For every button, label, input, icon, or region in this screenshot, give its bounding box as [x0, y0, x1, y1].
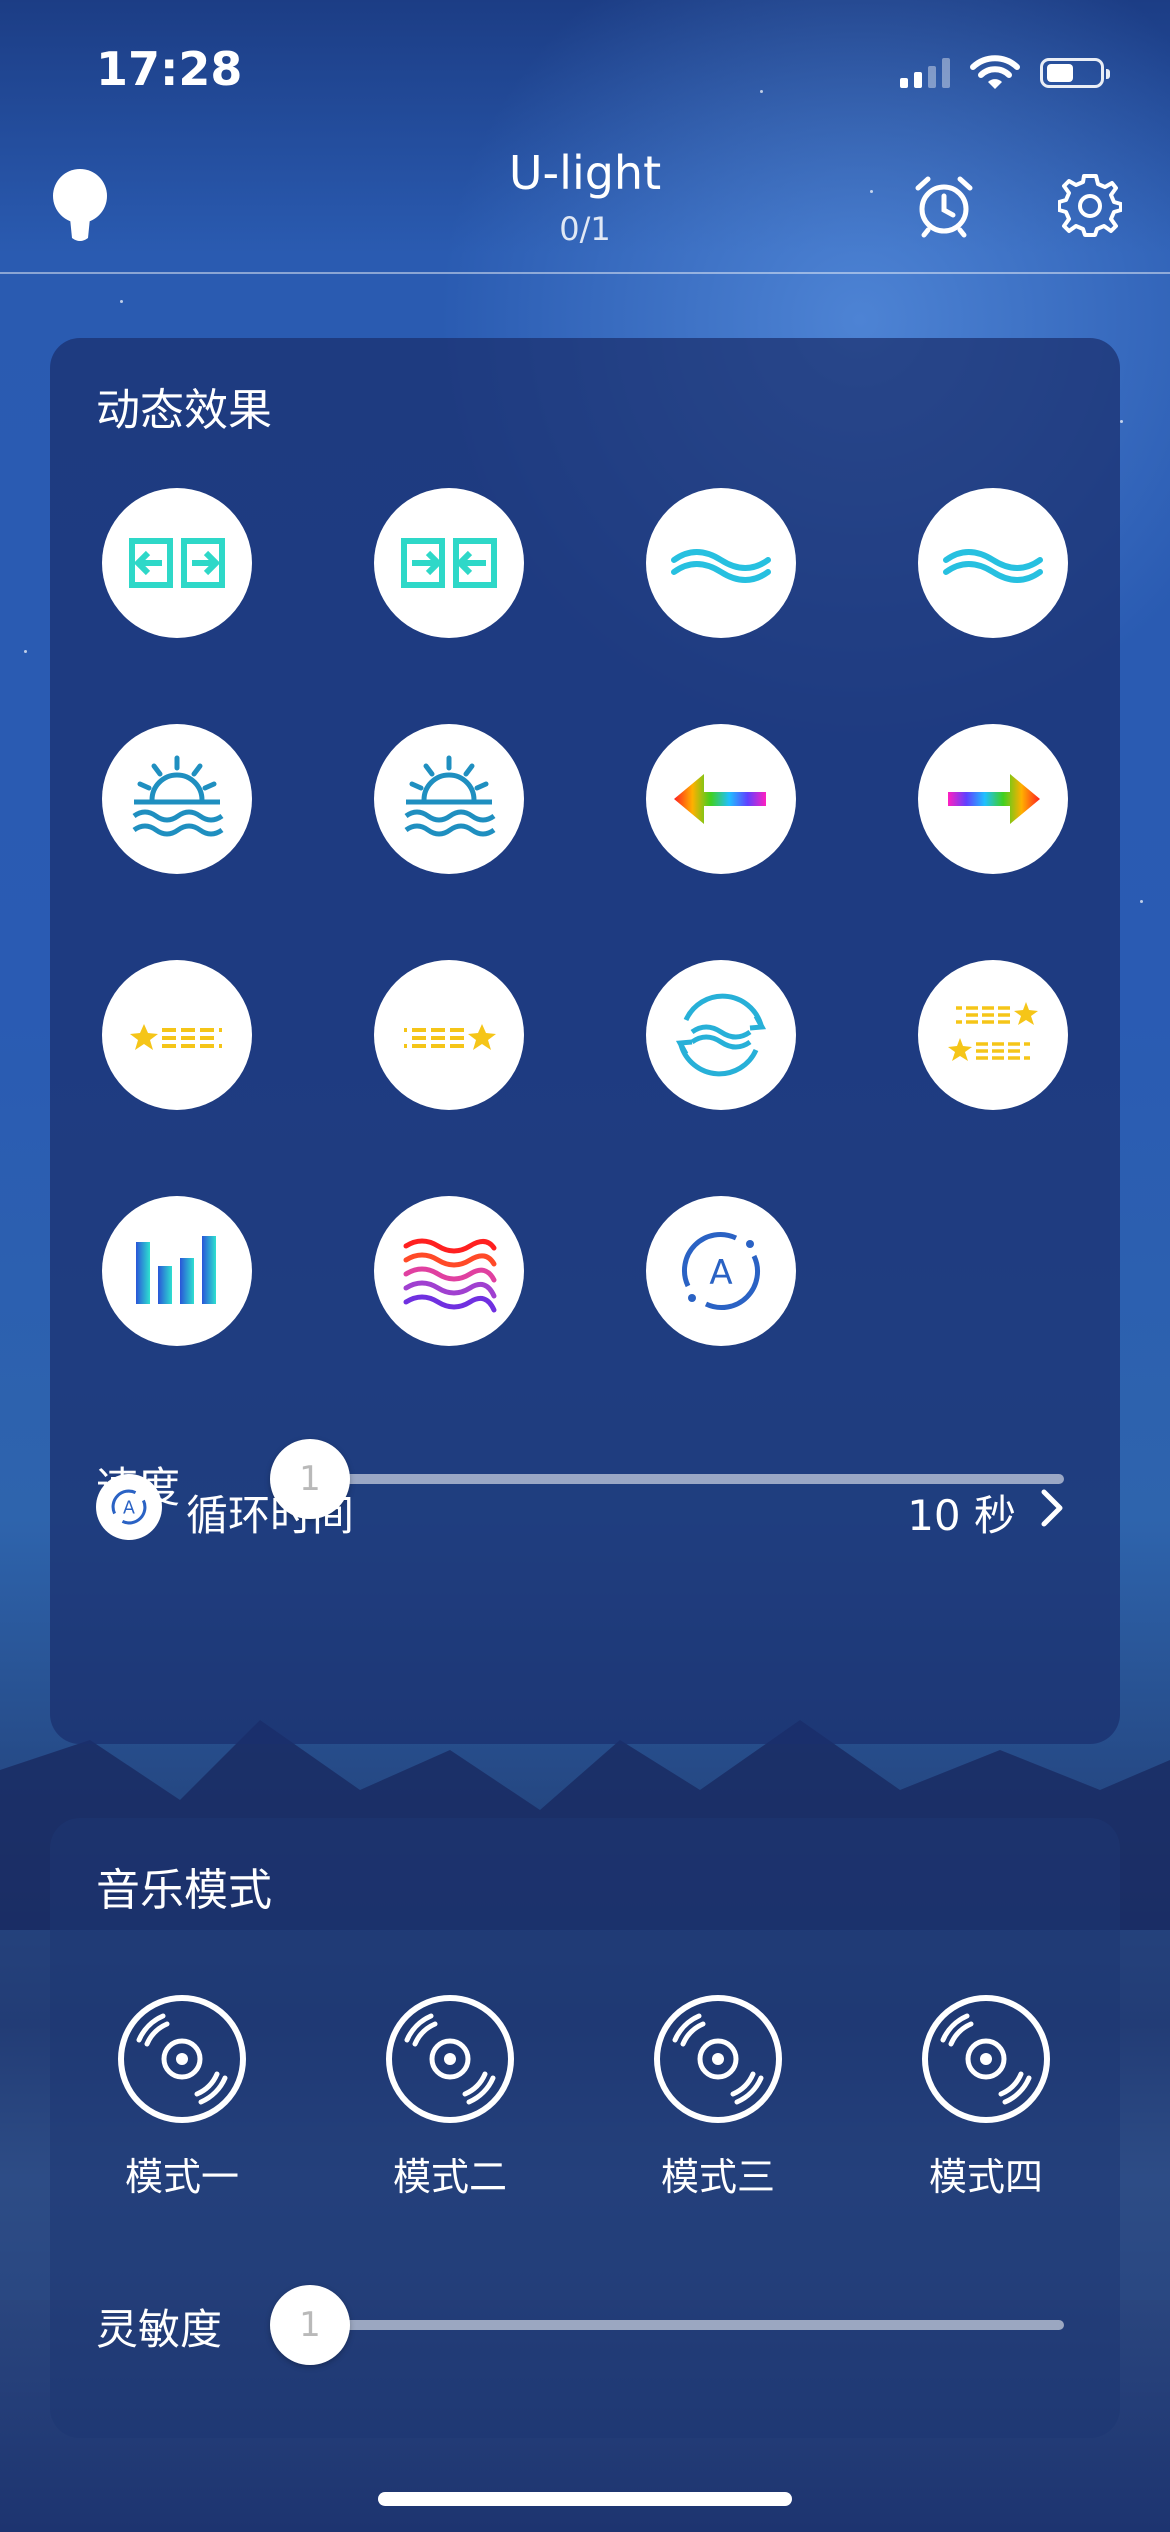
vinyl-disc-icon — [118, 1995, 246, 2123]
music-mode-label: 模式四 — [928, 2155, 1043, 2199]
vinyl-disc-icon — [922, 1995, 1050, 2123]
music-mode-label: 模式二 — [392, 2155, 507, 2199]
sensitivity-label: 灵敏度 — [96, 2305, 223, 2354]
sensitivity-slider-track[interactable] — [310, 2320, 1064, 2330]
dynamic-effects-title: 动态效果 — [96, 385, 272, 436]
wave-cycle-icon — [675, 993, 767, 1077]
effect-rainbow-wave[interactable] — [374, 1196, 524, 1346]
sensitivity-slider-thumb[interactable]: 1 — [270, 2285, 350, 2365]
music-mode-title: 音乐模式 — [96, 1865, 272, 1916]
split-outward-icon — [129, 538, 225, 588]
app-header: U-light 0/1 — [0, 140, 1170, 274]
merge-inward-icon — [401, 538, 497, 588]
music-mode-2[interactable]: 模式二 — [350, 1994, 550, 2201]
effect-shooting-star-left[interactable] — [102, 960, 252, 1110]
sunrise-icon — [132, 755, 224, 837]
wifi-icon — [970, 55, 1020, 89]
chevron-right-icon — [1041, 1489, 1063, 1527]
app-title: U-light — [508, 146, 662, 200]
effect-merge-inward[interactable] — [374, 488, 524, 638]
music-mode-card: 音乐模式 模式一 模式二 模式三 模式四 灵敏度 1 — [50, 1818, 1120, 2438]
home-indicator — [378, 2492, 792, 2506]
double-shooting-star-icon — [948, 1002, 1038, 1061]
alarm-clock-icon[interactable] — [912, 174, 976, 238]
svg-text:A: A — [709, 1253, 732, 1293]
wave-icon — [671, 549, 771, 583]
effect-rainbow-left[interactable] — [646, 724, 796, 874]
auto-cycle-icon: A — [682, 1232, 760, 1310]
effect-split-outward[interactable] — [102, 488, 252, 638]
sunset-icon — [404, 755, 496, 837]
dynamic-effects-card: 动态效果 A 1 A 循环时间 10 秒 — [50, 338, 1120, 1744]
shooting-star-right-icon — [404, 1024, 496, 1050]
music-mode-label: 模式三 — [660, 2155, 775, 2199]
rainbow-arrow-right-icon — [948, 774, 1040, 824]
device-count: 0/1 — [559, 210, 611, 248]
cycle-time-value: 10 秒 — [907, 1491, 1016, 1540]
vinyl-disc-icon — [386, 1995, 514, 2123]
status-bar: 17:28 — [0, 0, 1170, 150]
wave-icon — [943, 549, 1043, 583]
shooting-star-left-icon — [130, 1024, 222, 1050]
effect-sunset[interactable] — [374, 724, 524, 874]
music-mode-3[interactable]: 模式三 — [618, 1994, 818, 2201]
music-mode-1[interactable]: 模式一 — [82, 1994, 282, 2201]
battery-icon — [1040, 58, 1110, 88]
music-mode-4[interactable]: 模式四 — [886, 1994, 1086, 2201]
svg-text:A: A — [123, 1499, 135, 1519]
effect-wave-2[interactable] — [918, 488, 1068, 638]
cycle-time-label: 循环时间 — [186, 1491, 355, 1540]
vinyl-disc-icon — [654, 1995, 782, 2123]
auto-cycle-small-icon: A — [96, 1474, 162, 1540]
effect-wave-1[interactable] — [646, 488, 796, 638]
effect-sunrise[interactable] — [102, 724, 252, 874]
cycle-time-row[interactable]: A 循环时间 10 秒 — [96, 1472, 1076, 1542]
status-time: 17:28 — [96, 42, 243, 96]
effect-equalizer[interactable] — [102, 1196, 252, 1346]
effect-double-shooting-star[interactable] — [918, 960, 1068, 1110]
equalizer-icon — [136, 1236, 216, 1304]
effect-auto-cycle[interactable]: A — [646, 1196, 796, 1346]
rainbow-arrow-left-icon — [674, 774, 766, 824]
music-mode-label: 模式一 — [124, 2155, 239, 2199]
gear-icon[interactable] — [1058, 174, 1122, 238]
effect-shooting-star-right[interactable] — [374, 960, 524, 1110]
cellular-signal-icon — [900, 58, 950, 88]
effect-wave-cycle[interactable] — [646, 960, 796, 1110]
rainbow-wave-icon — [403, 1238, 497, 1313]
effect-rainbow-right[interactable] — [918, 724, 1068, 874]
